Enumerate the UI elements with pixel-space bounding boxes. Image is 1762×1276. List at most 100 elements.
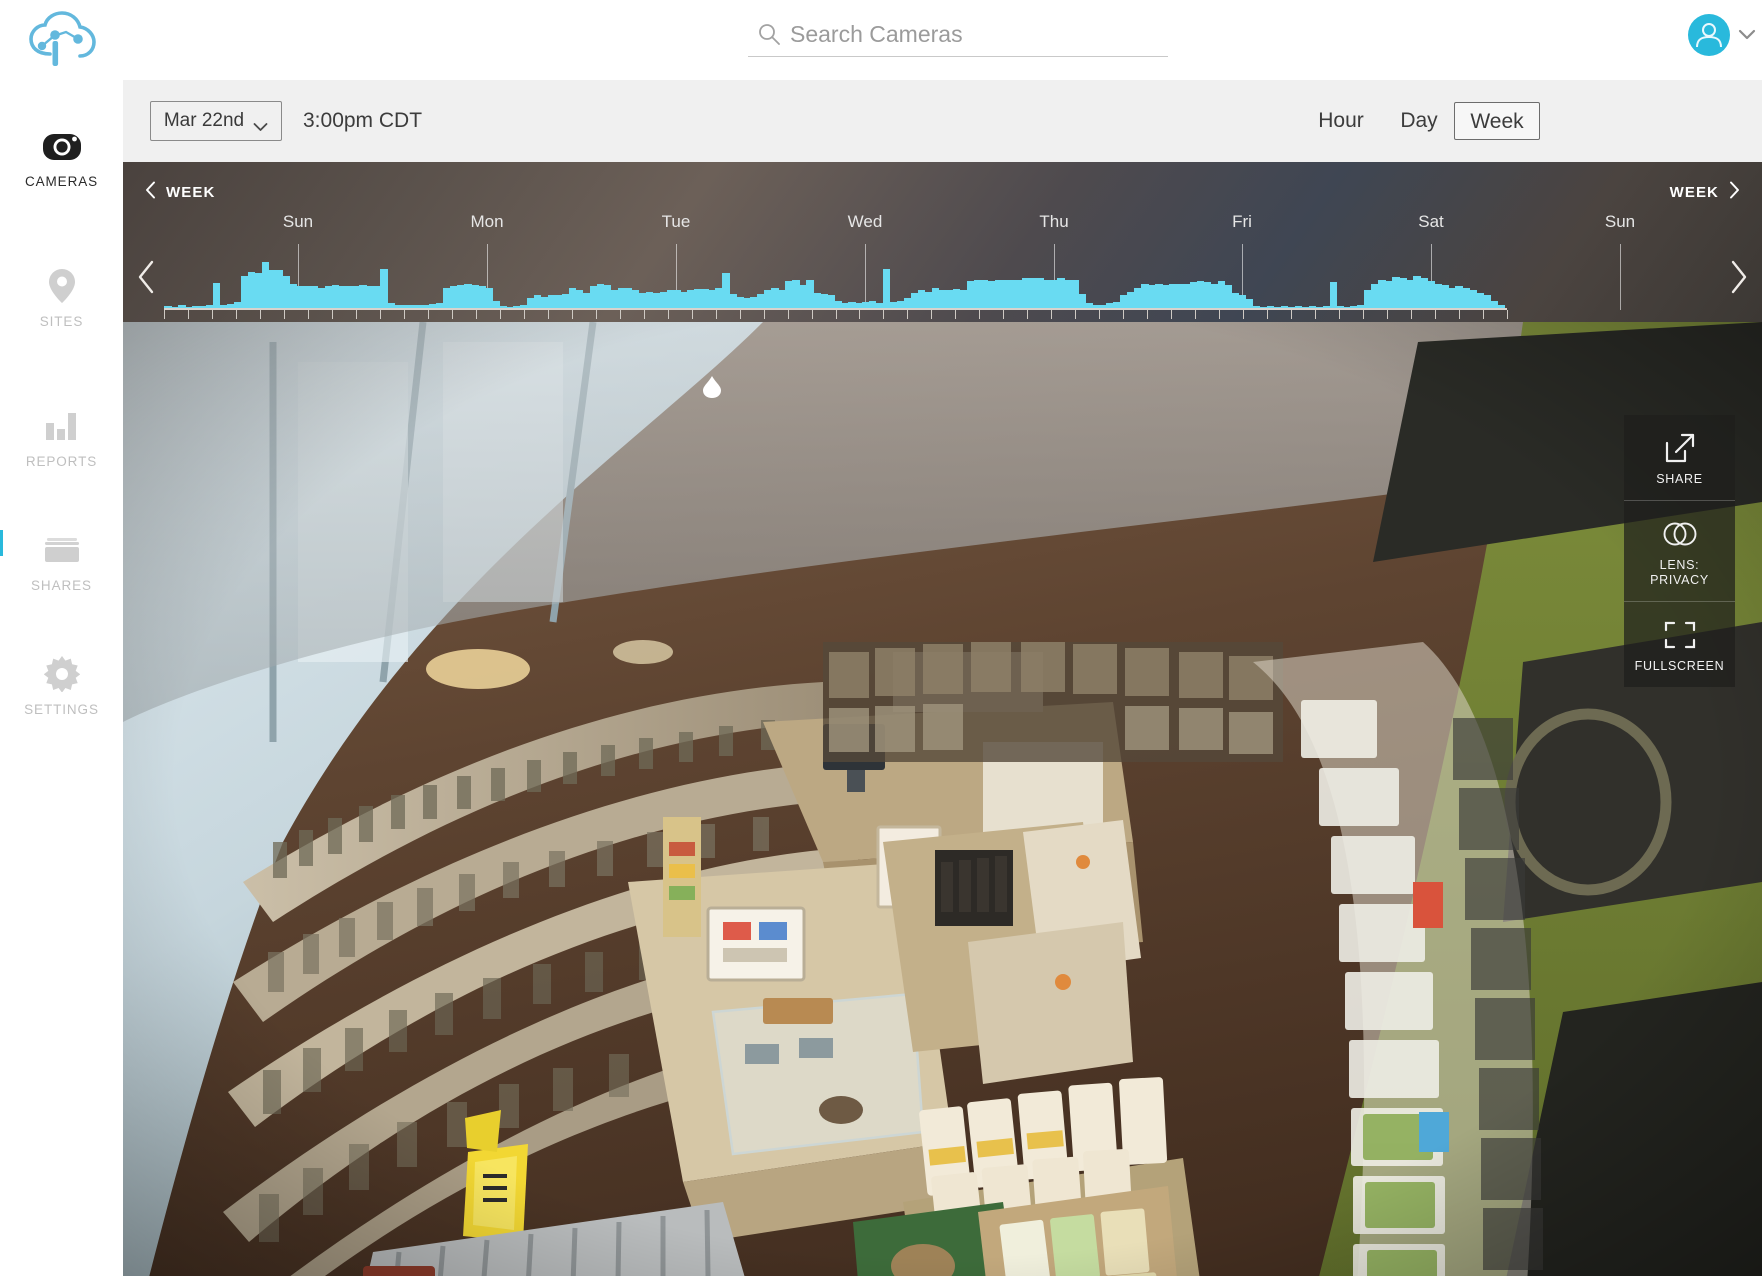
- sidebar-item-label: SHARES: [31, 578, 92, 593]
- axis-tick: [547, 310, 549, 319]
- axis-tick: [451, 310, 453, 319]
- chevron-left-icon: [145, 181, 157, 203]
- search-box[interactable]: [748, 14, 1168, 58]
- chevron-down-icon[interactable]: [1738, 28, 1756, 40]
- range-tab-hour[interactable]: Hour: [1306, 102, 1376, 140]
- day-label: Wed: [847, 212, 883, 231]
- activity-bar-chart[interactable]: [164, 244, 1505, 310]
- axis-tick: [739, 310, 741, 319]
- axis-tick: [355, 310, 357, 319]
- axis-tick: [1051, 310, 1053, 319]
- search-input[interactable]: [790, 14, 1168, 54]
- axis-tick: [691, 310, 693, 319]
- video-overlay-controls: SHARE LENS: PRIVACY FULLSCREEN: [1624, 415, 1735, 687]
- axis-tick: [211, 310, 213, 319]
- camera-dashboard: CAMERAS SITES REPORTS: [0, 0, 1762, 1276]
- axis-tick: [164, 310, 165, 319]
- map-pin-icon: [0, 264, 123, 308]
- avatar[interactable]: [1688, 14, 1730, 56]
- video-frame: [123, 322, 1762, 1276]
- axis-tick: [1099, 310, 1101, 319]
- range-tab-week[interactable]: Week: [1454, 102, 1540, 140]
- axis-tick: [619, 310, 621, 319]
- date-picker-label: Mar 22nd: [163, 110, 245, 131]
- axis-tick: [1459, 310, 1461, 319]
- scrub-left-button[interactable]: [137, 260, 157, 294]
- camera-video-feed[interactable]: SHARE LENS: PRIVACY FULLSCREEN: [123, 322, 1762, 1276]
- axis-tick: [931, 310, 933, 319]
- axis-tick: [907, 310, 909, 319]
- external-link-icon: [1624, 431, 1735, 465]
- day-label: Tue: [661, 212, 691, 231]
- range-tab-day[interactable]: Day: [1391, 102, 1447, 140]
- axis-tick: [475, 310, 477, 319]
- scrub-right-button[interactable]: [1728, 260, 1748, 294]
- sidebar-item-cameras[interactable]: CAMERAS: [0, 124, 123, 210]
- fullscreen-label: FULLSCREEN: [1634, 659, 1725, 673]
- axis-tick: [1363, 310, 1365, 319]
- axis-tick: [1003, 310, 1005, 319]
- axis-tick: [1411, 310, 1413, 319]
- axis-tick: [427, 310, 429, 319]
- axis-tick: [1267, 310, 1269, 319]
- share-button[interactable]: SHARE: [1624, 415, 1735, 501]
- day-label: Sun: [282, 212, 314, 231]
- axis-tick: [1147, 310, 1149, 319]
- axis-tick: [1435, 310, 1437, 319]
- fullscreen-icon: [1624, 618, 1735, 652]
- day-label: Fri: [1232, 212, 1252, 231]
- date-picker-button[interactable]: Mar 22nd: [150, 101, 282, 141]
- axis-tick: [1507, 310, 1508, 319]
- sidebar-item-shares[interactable]: SHARES: [0, 528, 123, 614]
- sidebar-item-settings[interactable]: SETTINGS: [0, 652, 123, 738]
- prev-week-button[interactable]: WEEK: [145, 181, 215, 203]
- axis-tick: [1195, 310, 1197, 319]
- activity-timeline[interactable]: WEEK WEEK Sun Mon Tue Wed Thu Fri Sat Sun: [123, 162, 1762, 322]
- axis-tick: [1243, 310, 1245, 319]
- lens-privacy-button[interactable]: LENS: PRIVACY: [1624, 501, 1735, 602]
- sidebar-item-label: CAMERAS: [24, 174, 99, 189]
- axis-tick: [379, 310, 381, 319]
- sidebar: CAMERAS SITES REPORTS SHARES SETTINGS: [0, 80, 123, 1276]
- search-underline: [748, 56, 1168, 57]
- overlapping-circles-icon: [1624, 517, 1735, 551]
- playhead-marker-icon[interactable]: [701, 375, 723, 399]
- day-label: Sat: [1418, 212, 1444, 231]
- box-icon: [0, 528, 123, 572]
- sidebar-item-label: SITES: [39, 314, 84, 329]
- fullscreen-button[interactable]: FULLSCREEN: [1624, 602, 1735, 687]
- axis-tick: [523, 310, 525, 319]
- axis-tick: [763, 310, 765, 319]
- content-panel: Mar 22nd 3:00pm CDT Hour Day Week WEEK W…: [123, 80, 1762, 1276]
- camera-icon: [0, 124, 123, 168]
- current-time-label: 3:00pm CDT: [303, 109, 423, 132]
- axis-tick: [883, 310, 885, 319]
- top-bar: [0, 0, 1762, 80]
- lens-privacy-label: LENS: PRIVACY: [1624, 558, 1735, 588]
- axis-tick: [283, 310, 285, 319]
- axis-tick: [1339, 310, 1341, 319]
- axis-tick: [859, 310, 861, 319]
- lens-privacy-line2: PRIVACY: [1650, 573, 1709, 587]
- axis-tick: [403, 310, 405, 319]
- bar-chart-icon: [0, 404, 123, 448]
- axis-tick: [331, 310, 333, 319]
- cloud-network-icon[interactable]: [26, 10, 98, 68]
- gear-icon: [0, 652, 123, 696]
- axis-tick: [571, 310, 573, 319]
- next-week-button[interactable]: WEEK: [1670, 181, 1740, 203]
- axis-tick: [1483, 310, 1485, 319]
- axis-tick: [1315, 310, 1317, 319]
- axis-tick: [259, 310, 261, 319]
- axis-tick: [307, 310, 309, 319]
- day-label: Thu: [1039, 212, 1069, 231]
- axis-tick: [667, 310, 669, 319]
- axis-tick: [187, 310, 189, 319]
- prev-week-label: WEEK: [166, 183, 216, 201]
- sidebar-item-label: REPORTS: [25, 454, 98, 469]
- axis-tick: [595, 310, 597, 319]
- axis-tick: [1387, 310, 1389, 319]
- axis-tick: [643, 310, 645, 319]
- sidebar-item-sites[interactable]: SITES: [0, 264, 123, 350]
- sidebar-item-reports[interactable]: REPORTS: [0, 404, 123, 490]
